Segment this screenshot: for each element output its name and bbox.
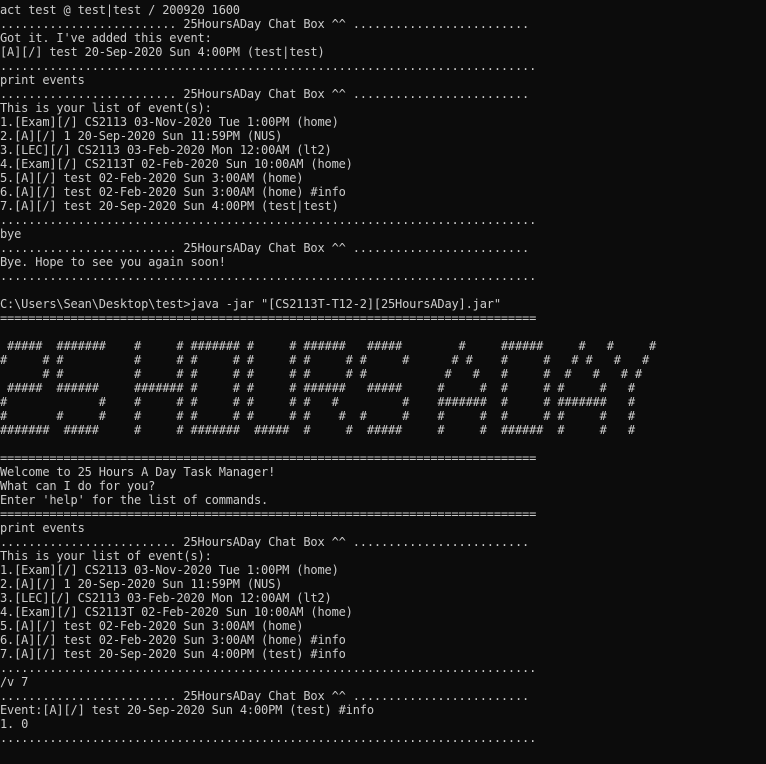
terminal-line: bye	[0, 227, 22, 241]
terminal-line: 1.[Exam][/] CS2113 03-Nov-2020 Tue 1:00P…	[0, 115, 339, 129]
terminal-line: # # # # # # # # # # # # # # # # # # # #	[0, 409, 635, 423]
terminal-line: ......................... 25HoursADay Ch…	[0, 87, 530, 101]
terminal-line: This is your list of event(s):	[0, 549, 212, 563]
terminal-line: /v 7	[0, 675, 29, 689]
terminal-line: ........................................…	[0, 213, 537, 227]
terminal-line: print events	[0, 521, 85, 535]
terminal-line: ##### ####### # # ####### # # ###### ###…	[0, 339, 657, 353]
terminal-line: ========================================…	[0, 311, 537, 325]
terminal-line: Bye. Hope to see you again soon!	[0, 255, 226, 269]
terminal-line: 2.[A][/] 1 20-Sep-2020 Sun 11:59PM (NUS)	[0, 577, 283, 591]
terminal-line: # # # # # # # # # # # # # # # # # # # # …	[0, 353, 650, 367]
terminal-line: ========================================…	[0, 507, 537, 521]
terminal-line: # # # # # # # # # # # # # # # # # # #	[0, 367, 642, 381]
terminal-line: Event:[A][/] test 20-Sep-2020 Sun 4:00PM…	[0, 703, 374, 717]
terminal-line: 6.[A][/] test 02-Feb-2020 Sun 3:00AM (ho…	[0, 633, 346, 647]
terminal-line: Enter 'help' for the list of commands.	[0, 493, 269, 507]
terminal-line: 1. 0	[0, 717, 29, 731]
terminal-line: What can I do for you?	[0, 479, 156, 493]
terminal-console[interactable]: act test @ test|test / 200920 1600......…	[0, 0, 766, 764]
terminal-line: ========================================…	[0, 451, 537, 465]
terminal-line: ......................... 25HoursADay Ch…	[0, 241, 530, 255]
terminal-line: 3.[LEC][/] CS2113 03-Feb-2020 Mon 12:00A…	[0, 591, 332, 605]
terminal-line: 5.[A][/] test 02-Feb-2020 Sun 3:00AM (ho…	[0, 619, 304, 633]
terminal-line: 2.[A][/] 1 20-Sep-2020 Sun 11:59PM (NUS)	[0, 129, 283, 143]
terminal-line: 7.[A][/] test 20-Sep-2020 Sun 4:00PM (te…	[0, 199, 339, 213]
terminal-line: 5.[A][/] test 02-Feb-2020 Sun 3:00AM (ho…	[0, 171, 304, 185]
terminal-line: 3.[LEC][/] CS2113 03-Feb-2020 Mon 12:00A…	[0, 143, 332, 157]
terminal-line: ........................................…	[0, 269, 537, 283]
terminal-line: [A][/] test 20-Sep-2020 Sun 4:00PM (test…	[0, 45, 325, 59]
terminal-line: ......................... 25HoursADay Ch…	[0, 535, 530, 549]
terminal-line: 1.[Exam][/] CS2113 03-Nov-2020 Tue 1:00P…	[0, 563, 339, 577]
terminal-line: C:\Users\Sean\Desktop\test>java -jar "[C…	[0, 297, 501, 311]
terminal-line: 7.[A][/] test 20-Sep-2020 Sun 4:00PM (te…	[0, 647, 346, 661]
terminal-line: print events	[0, 73, 85, 87]
terminal-line: 6.[A][/] test 02-Feb-2020 Sun 3:00AM (ho…	[0, 185, 346, 199]
terminal-line: ........................................…	[0, 661, 537, 675]
terminal-line: # # # # # # # # # # # ####### # # ######…	[0, 395, 635, 409]
terminal-line: This is your list of event(s):	[0, 101, 212, 115]
terminal-line: ........................................…	[0, 731, 537, 745]
terminal-line: act test @ test|test / 200920 1600	[0, 3, 240, 17]
terminal-line: ####### ##### # # ####### ##### # # ####…	[0, 423, 635, 437]
terminal-line: ......................... 25HoursADay Ch…	[0, 17, 530, 31]
terminal-line: Got it. I've added this event:	[0, 31, 212, 45]
terminal-line: ......................... 25HoursADay Ch…	[0, 689, 530, 703]
terminal-line: Welcome to 25 Hours A Day Task Manager!	[0, 465, 276, 479]
terminal-line: 4.[Exam][/] CS2113T 02-Feb-2020 Sun 10:0…	[0, 157, 353, 171]
terminal-line: ........................................…	[0, 59, 537, 73]
terminal-line: 4.[Exam][/] CS2113T 02-Feb-2020 Sun 10:0…	[0, 605, 353, 619]
terminal-line: ##### ###### ####### # # # # ###### ####…	[0, 381, 635, 395]
